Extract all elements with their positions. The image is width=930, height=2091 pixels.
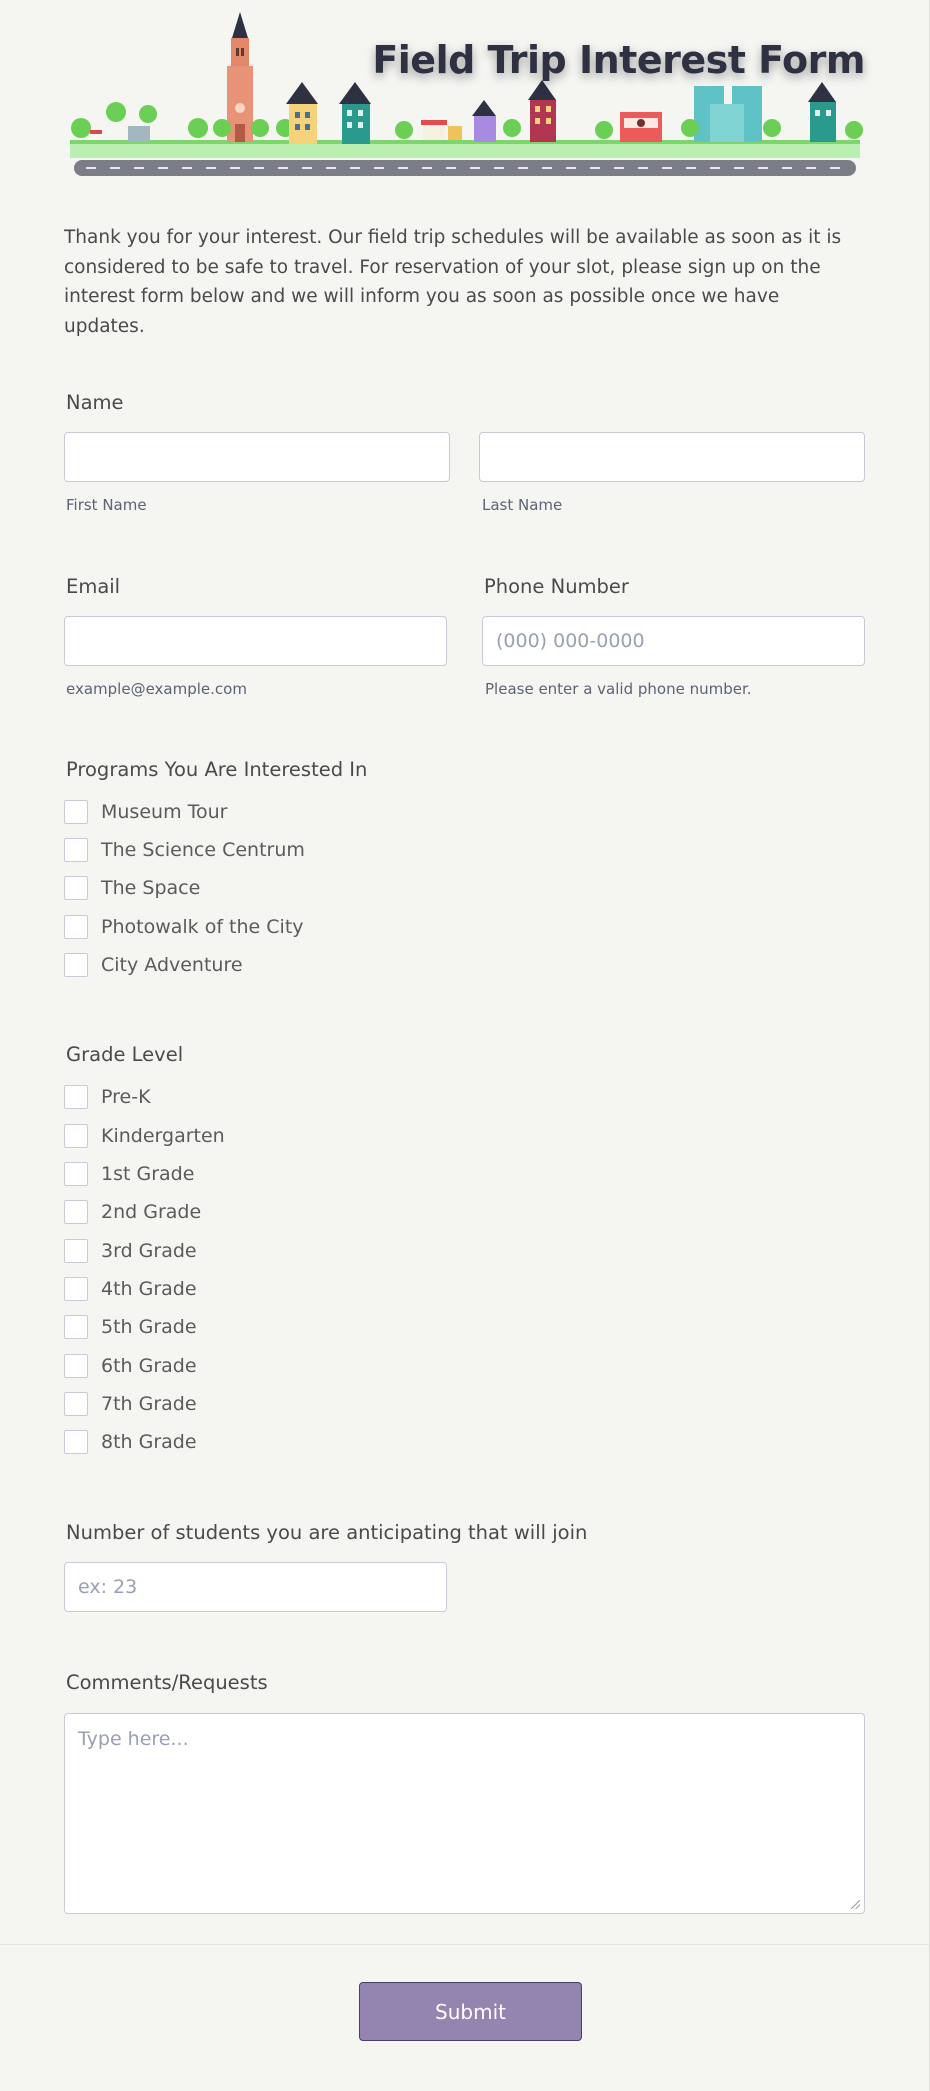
grade-option[interactable]: 4th Grade [64,1276,197,1302]
checkbox[interactable] [64,953,88,977]
email-field[interactable] [64,616,447,666]
program-option[interactable]: City Adventure [64,952,243,978]
first-name-sublabel: First Name [66,496,147,514]
checkbox[interactable] [64,1200,88,1224]
checkbox[interactable] [64,1392,88,1416]
grade-option[interactable]: 2nd Grade [64,1199,201,1225]
comments-textarea[interactable]: Type here... [64,1713,865,1914]
phone-sublabel: Please enter a valid phone number. [485,680,752,698]
intro-text: Thank you for your interest. Our field t… [64,227,842,337]
grade-option[interactable]: Kindergarten [64,1123,225,1149]
grade-option[interactable]: 7th Grade [64,1391,197,1417]
submit-button[interactable]: Submit [359,1982,582,2041]
name-label: Name [66,391,124,414]
email-label: Email [66,575,121,598]
email-sublabel: example@example.com [66,680,247,698]
checkbox[interactable] [64,1124,88,1148]
last-name-sublabel: Last Name [482,496,563,514]
checkbox[interactable] [64,876,88,900]
first-name-input[interactable] [64,432,450,482]
grade-option[interactable]: Pre-K [64,1084,151,1110]
grade-option[interactable]: 8th Grade [64,1429,197,1455]
checkbox[interactable] [64,1315,88,1339]
grade-option[interactable]: 1st Grade [64,1161,194,1187]
program-option[interactable]: The Space [64,875,200,901]
students-count-input[interactable]: ex: 23 [64,1562,447,1612]
checkbox[interactable] [64,800,88,824]
phone-label: Phone Number [484,575,629,598]
city-illustration [70,12,863,176]
header-banner: Field Trip Interest Form [64,0,865,185]
program-option[interactable]: The Science Centrum [64,837,305,863]
form-title: Field Trip Interest Form [372,38,865,82]
grade-option[interactable]: 6th Grade [64,1353,197,1379]
checkbox[interactable] [64,1430,88,1454]
grade-label: Grade Level [66,1043,184,1066]
grade-option[interactable]: 5th Grade [64,1314,197,1340]
comments-placeholder: Type here... [78,1728,189,1750]
checkbox[interactable] [64,1277,88,1301]
program-option[interactable]: Photowalk of the City [64,914,304,940]
checkbox[interactable] [64,915,88,939]
checkbox[interactable] [64,1354,88,1378]
footer-divider [0,1944,929,1945]
program-option[interactable]: Museum Tour [64,799,227,825]
last-name-input[interactable] [479,432,865,482]
phone-field[interactable]: (000) 000-0000 [482,616,865,666]
checkbox[interactable] [64,1162,88,1186]
grade-option[interactable]: 3rd Grade [64,1238,197,1264]
programs-label: Programs You Are Interested In [66,758,368,781]
checkbox[interactable] [64,1239,88,1263]
students-label: Number of students you are anticipating … [66,1521,588,1544]
resize-handle-icon[interactable] [851,1900,860,1909]
checkbox[interactable] [64,1085,88,1109]
comments-label: Comments/Requests [66,1671,268,1694]
checkbox[interactable] [64,838,88,862]
